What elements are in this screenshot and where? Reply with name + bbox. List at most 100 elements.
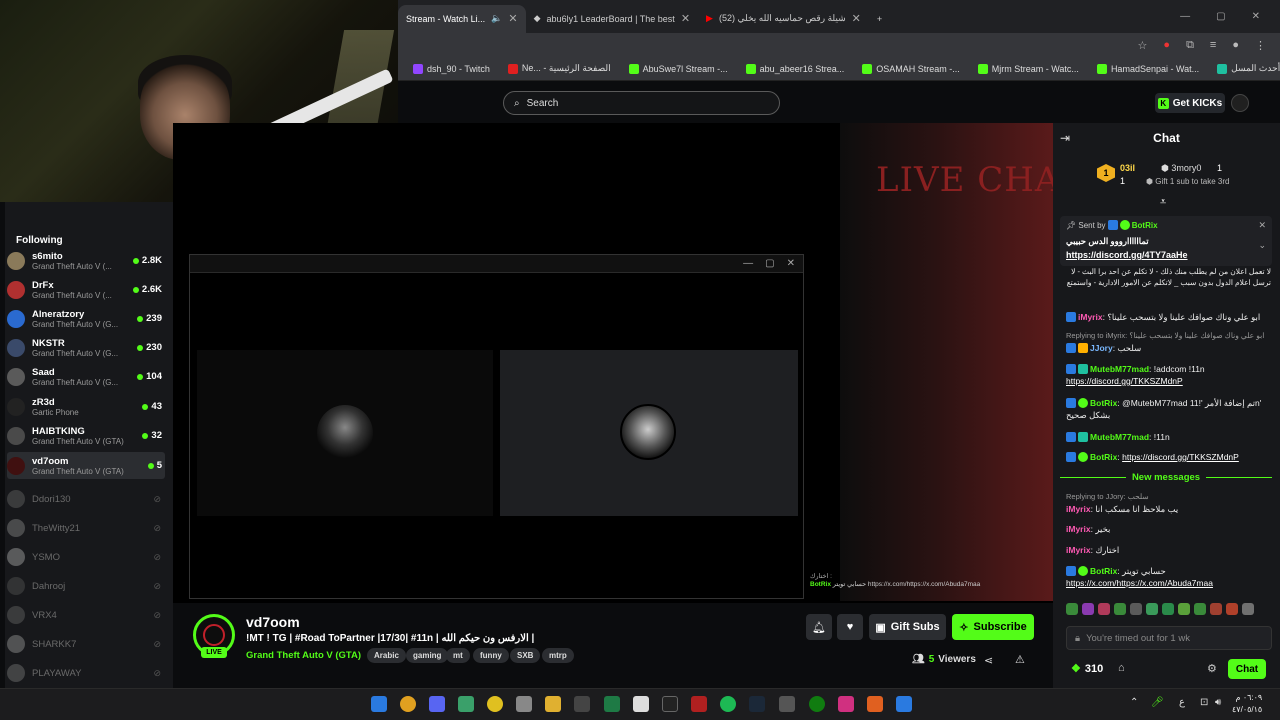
file-explorer-icon[interactable] [545, 696, 561, 712]
start-icon[interactable] [371, 696, 387, 712]
collapse-chat-icon[interactable]: ⇥ [1060, 131, 1070, 145]
spotify-icon[interactable] [720, 696, 736, 712]
close-icon[interactable]: ✕ [681, 12, 690, 25]
streamer-name[interactable]: vd7oom [246, 614, 300, 630]
sidebar-channel-dahrooj[interactable]: Dahrooj ⊘ [7, 574, 165, 598]
app-icon[interactable] [896, 696, 912, 712]
sidebar-channel-saad[interactable]: Saad Grand Theft Auto V (G... 104 [7, 363, 165, 390]
share-icon[interactable]: ⋖ [984, 654, 993, 667]
stream-category[interactable]: Grand Theft Auto V (GTA) [246, 650, 361, 661]
subscribe-button[interactable]: ✧ Subscribe [952, 614, 1034, 640]
sidebar-channel-playaway[interactable]: PLAYAWAY ⊘ [7, 661, 165, 685]
emote[interactable] [1210, 603, 1222, 615]
profile-icon[interactable]: ● [1232, 39, 1239, 51]
media-icon[interactable]: ≡ [1210, 39, 1216, 51]
maximize-icon[interactable]: ▢ [1216, 11, 1225, 22]
clock[interactable]: ٠٦:٠٩ م ٤٧/٠٥/١٥ [1232, 692, 1262, 716]
steam-icon[interactable] [749, 696, 765, 712]
menu-icon[interactable]: ⋮ [1255, 39, 1266, 52]
emote[interactable] [1082, 603, 1094, 615]
bookmark-item[interactable]: Mjrm Stream - Watc... [969, 63, 1088, 74]
tag-chip[interactable]: gaming [406, 648, 449, 663]
gear-icon[interactable]: ⚙ [1207, 662, 1217, 675]
sidebar-channel-sharkk7[interactable]: SHARKK7 ⊘ [7, 632, 165, 656]
instagram-icon[interactable] [838, 696, 854, 712]
xbox-icon[interactable] [809, 696, 825, 712]
report-icon[interactable]: ⚠ [1015, 653, 1025, 666]
chat-link[interactable]: https://discord.gg/TKKSZMdnP [1066, 376, 1183, 386]
close-icon[interactable]: ✕ [852, 12, 861, 25]
sidebar-channel-s6mito[interactable]: s6mito Grand Theft Auto V (... 2.8K [7, 247, 165, 274]
volume-icon[interactable]: 🔊︎ [1215, 697, 1221, 708]
chevron-down-icon[interactable]: ⌄ [1258, 240, 1266, 251]
chat-link[interactable]: https://x.com/https://x.com/Abuda7maa [1066, 578, 1213, 588]
emote[interactable] [1098, 603, 1110, 615]
follow-button[interactable]: ♥ [837, 614, 863, 640]
bookmark-item[interactable]: AbuSwe7l Stream -... [620, 63, 737, 74]
sidebar-channel-ysmo[interactable]: YSMO ⊘ [7, 545, 165, 569]
app-icon[interactable] [867, 696, 883, 712]
excel-icon[interactable] [604, 696, 620, 712]
emote[interactable] [1178, 603, 1190, 615]
app-icon[interactable] [779, 696, 795, 712]
gift-subs-button[interactable]: ▣ Gift Subs [869, 614, 946, 640]
emote[interactable] [1226, 603, 1238, 615]
extension-icon[interactable]: ● [1163, 39, 1170, 51]
app-icon[interactable] [633, 696, 649, 712]
sidebar-channel-thewitty21[interactable]: TheWitty21 ⊘ [7, 516, 165, 540]
bookmark-item[interactable]: شاهد | أحدث المسل... [1208, 63, 1280, 74]
user-avatar[interactable] [1231, 94, 1249, 112]
channel-points[interactable]: ❖ 310 [1071, 662, 1103, 676]
send-chat-button[interactable]: Chat [1228, 659, 1266, 679]
tag-chip[interactable]: mt [446, 648, 470, 663]
discord-icon[interactable] [429, 696, 445, 712]
sidebar-channel-zr3d[interactable]: zR3d Gartic Phone 43 [7, 393, 165, 420]
star-icon[interactable]: ☆ [1138, 39, 1148, 52]
unpin-icon[interactable]: ✕ [1258, 220, 1266, 231]
sidebar-channel-nkstr[interactable]: NKSTR Grand Theft Auto V (G... 230 [7, 334, 165, 361]
tray-chevron-icon[interactable]: ⌃ [1130, 697, 1138, 708]
store-icon[interactable]: ⌂ [1118, 662, 1125, 674]
emote[interactable] [1162, 603, 1174, 615]
mute-icon[interactable]: 🔈 [491, 13, 502, 24]
bookmark-item[interactable]: Ne... - الصفحة الرئيسية [499, 63, 620, 74]
bookmark-item[interactable]: OSAMAH Stream -... [853, 63, 969, 74]
new-tab-button[interactable]: + [869, 5, 890, 33]
emote[interactable] [1066, 603, 1078, 615]
tag-chip[interactable]: Arabic [367, 648, 406, 663]
sidebar-channel-alneratzory[interactable]: Alneratzory Grand Theft Auto V (G... 239 [7, 305, 165, 332]
sidebar-channel-vd7oom[interactable]: vd7oom Grand Theft Auto V (GTA) 5 [7, 452, 165, 479]
sidebar-channel-drfx[interactable]: DrFx Grand Theft Auto V (... 2.6K [7, 276, 165, 303]
app-icon[interactable] [691, 696, 707, 712]
sidebar-channel-ddori130[interactable]: Ddori130 ⊘ [7, 487, 165, 511]
emote[interactable] [1242, 603, 1254, 615]
tag-chip[interactable]: mtrp [542, 648, 574, 663]
expand-leaderboard-icon[interactable]: ⩡ [1160, 196, 1166, 209]
emote[interactable] [1194, 603, 1206, 615]
app-icon[interactable] [516, 696, 532, 712]
bookmark-item[interactable]: HamadSenpai - Wat... [1088, 63, 1208, 74]
sidebar-channel-vrx4[interactable]: VRX4 ⊘ [7, 603, 165, 627]
epic-games-icon[interactable] [662, 696, 678, 712]
notification-bell-button[interactable]: 🔔︎ [806, 614, 832, 640]
emote[interactable] [1130, 603, 1142, 615]
pinned-link[interactable]: https://discord.gg/4TY7aaHe [1066, 250, 1188, 260]
get-kicks-button[interactable]: K Get KICKs [1155, 93, 1225, 113]
chat-input[interactable]: 🔒︎ You're timed out for 1 wk [1066, 626, 1272, 650]
app-icon[interactable] [487, 696, 503, 712]
app-icon[interactable] [574, 696, 590, 712]
emote[interactable] [1114, 603, 1126, 615]
bookmark-item[interactable]: abu_abeer16 Strea... [737, 63, 854, 74]
chrome-icon[interactable] [400, 696, 416, 712]
chat-link[interactable]: https://discord.gg/TKKSZMdnP [1122, 452, 1239, 462]
minimize-icon[interactable]: — [1180, 11, 1190, 22]
tab-youtube[interactable]: ▶ (52) شيلة رقص حماسيه الله يخلي ✕ [698, 5, 869, 33]
search-input[interactable]: ⌕ Search [503, 91, 780, 115]
close-icon[interactable]: ✕ [508, 12, 517, 25]
tag-chip[interactable]: funny [473, 648, 509, 663]
tab-stream[interactable]: Stream - Watch Li... 🔈 ✕ [398, 4, 526, 33]
tab-leaderboard[interactable]: ◆ abu6ly1 LeaderBoard | The best ✕ [526, 5, 698, 33]
puzzle-icon[interactable]: ⧉ [1186, 39, 1194, 52]
emote[interactable] [1146, 603, 1158, 615]
mic-icon[interactable]: 🎤︎ [1151, 697, 1164, 708]
